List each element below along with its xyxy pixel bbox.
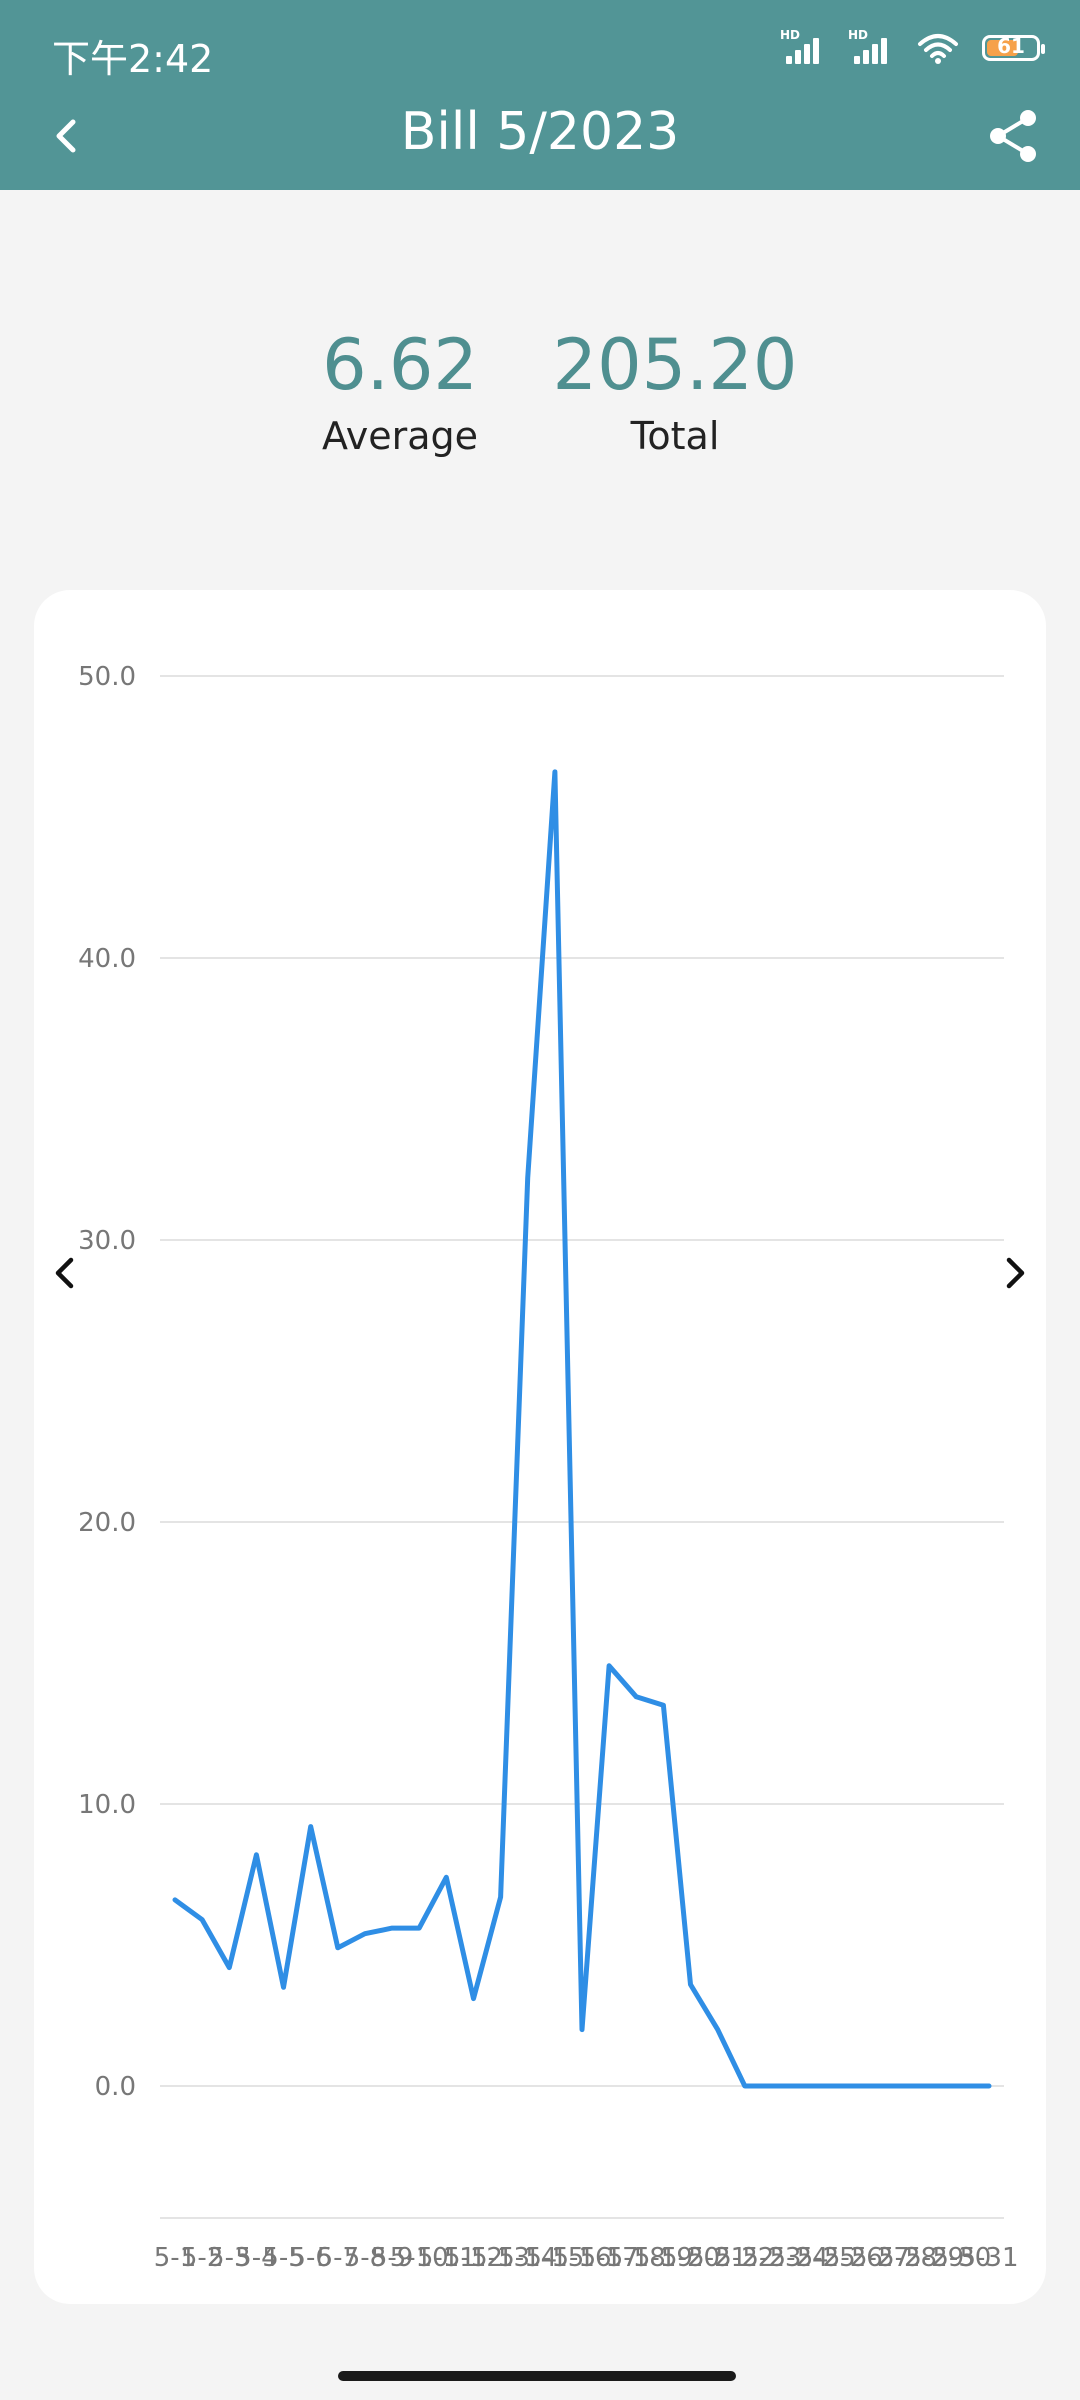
data-point xyxy=(986,2083,992,2089)
chevron-right-icon xyxy=(1006,1257,1025,1289)
data-point xyxy=(606,1663,612,1669)
status-bar: 下午2:42 HD HD 61 xyxy=(0,0,1080,100)
battery-icon: 61 xyxy=(982,34,1045,61)
app-header: 下午2:42 HD HD 61 Bill 5/2023 xyxy=(0,0,1080,190)
chart-card: 0.0 10.0 20.0 30.0 40.0 50.0 5-1 5-2 5-3 5-4 5-5 5-… xyxy=(34,590,1046,2304)
battery-level: 61 xyxy=(997,34,1025,58)
status-time: 下午2:42 xyxy=(52,37,214,81)
average-label: Average xyxy=(321,414,479,458)
y-tick-label: 40.0 xyxy=(78,944,136,974)
data-point xyxy=(850,2083,856,2089)
line-chart[interactable]: 0.010.020.030.040.050.05-15-25-35-45-55-… xyxy=(34,590,1046,2304)
data-point xyxy=(226,1965,232,1971)
data-point xyxy=(796,2083,802,2089)
data-point xyxy=(172,1897,178,1903)
data-point xyxy=(660,1702,666,1708)
x-tick-label: 5-31 xyxy=(959,2243,1018,2273)
data-point xyxy=(253,1852,259,1858)
data-point xyxy=(525,1175,531,1181)
total-label: Total xyxy=(630,414,720,458)
data-point xyxy=(633,1694,639,1700)
hd-signal-icon: HD xyxy=(780,28,826,66)
data-point xyxy=(742,2083,748,2089)
hd-signal-icon: HD xyxy=(848,28,894,66)
data-point xyxy=(688,1981,694,1987)
data-point xyxy=(769,2083,775,2089)
data-point xyxy=(498,1894,504,1900)
data-point xyxy=(905,2083,911,2089)
status-icons: HD HD 61 xyxy=(780,28,1045,66)
wifi-icon xyxy=(918,34,958,64)
data-point xyxy=(823,2083,829,2089)
series-line xyxy=(172,769,992,2089)
app-root: 下午2:42 HD HD 61 Bill 5/2023 6.62 Average… xyxy=(0,0,1080,2400)
data-point xyxy=(362,1931,368,1937)
data-point xyxy=(199,1917,205,1923)
chevron-left-icon xyxy=(55,1257,74,1289)
data-point xyxy=(959,2083,965,2089)
data-point xyxy=(715,2027,721,2033)
page-title: Bill 5/2023 xyxy=(400,102,680,162)
data-point xyxy=(932,2083,938,2089)
data-point xyxy=(389,1925,395,1931)
data-point xyxy=(877,2083,883,2089)
next-month-button[interactable] xyxy=(992,1243,1040,1303)
share-icon xyxy=(990,110,1036,162)
average-stat: 6.62 Average xyxy=(300,330,500,458)
y-tick-label: 0.0 xyxy=(95,2072,136,2102)
data-point xyxy=(308,1824,314,1830)
y-tick-label: 50.0 xyxy=(78,662,136,692)
data-point xyxy=(443,1874,449,1880)
data-point xyxy=(281,1984,287,1990)
average-value: 6.62 xyxy=(322,324,478,406)
data-point xyxy=(579,2027,585,2033)
total-value: 205.20 xyxy=(552,324,798,406)
data-point xyxy=(552,769,558,775)
home-indicator[interactable] xyxy=(338,2371,736,2381)
data-point xyxy=(416,1925,422,1931)
previous-month-button[interactable] xyxy=(40,1243,88,1303)
share-button[interactable] xyxy=(982,104,1046,168)
data-point xyxy=(470,1996,476,2002)
total-stat: 205.20 Total xyxy=(550,330,800,458)
y-tick-label: 10.0 xyxy=(78,1790,136,1820)
y-tick-label: 20.0 xyxy=(78,1508,136,1538)
data-point xyxy=(335,1945,341,1951)
